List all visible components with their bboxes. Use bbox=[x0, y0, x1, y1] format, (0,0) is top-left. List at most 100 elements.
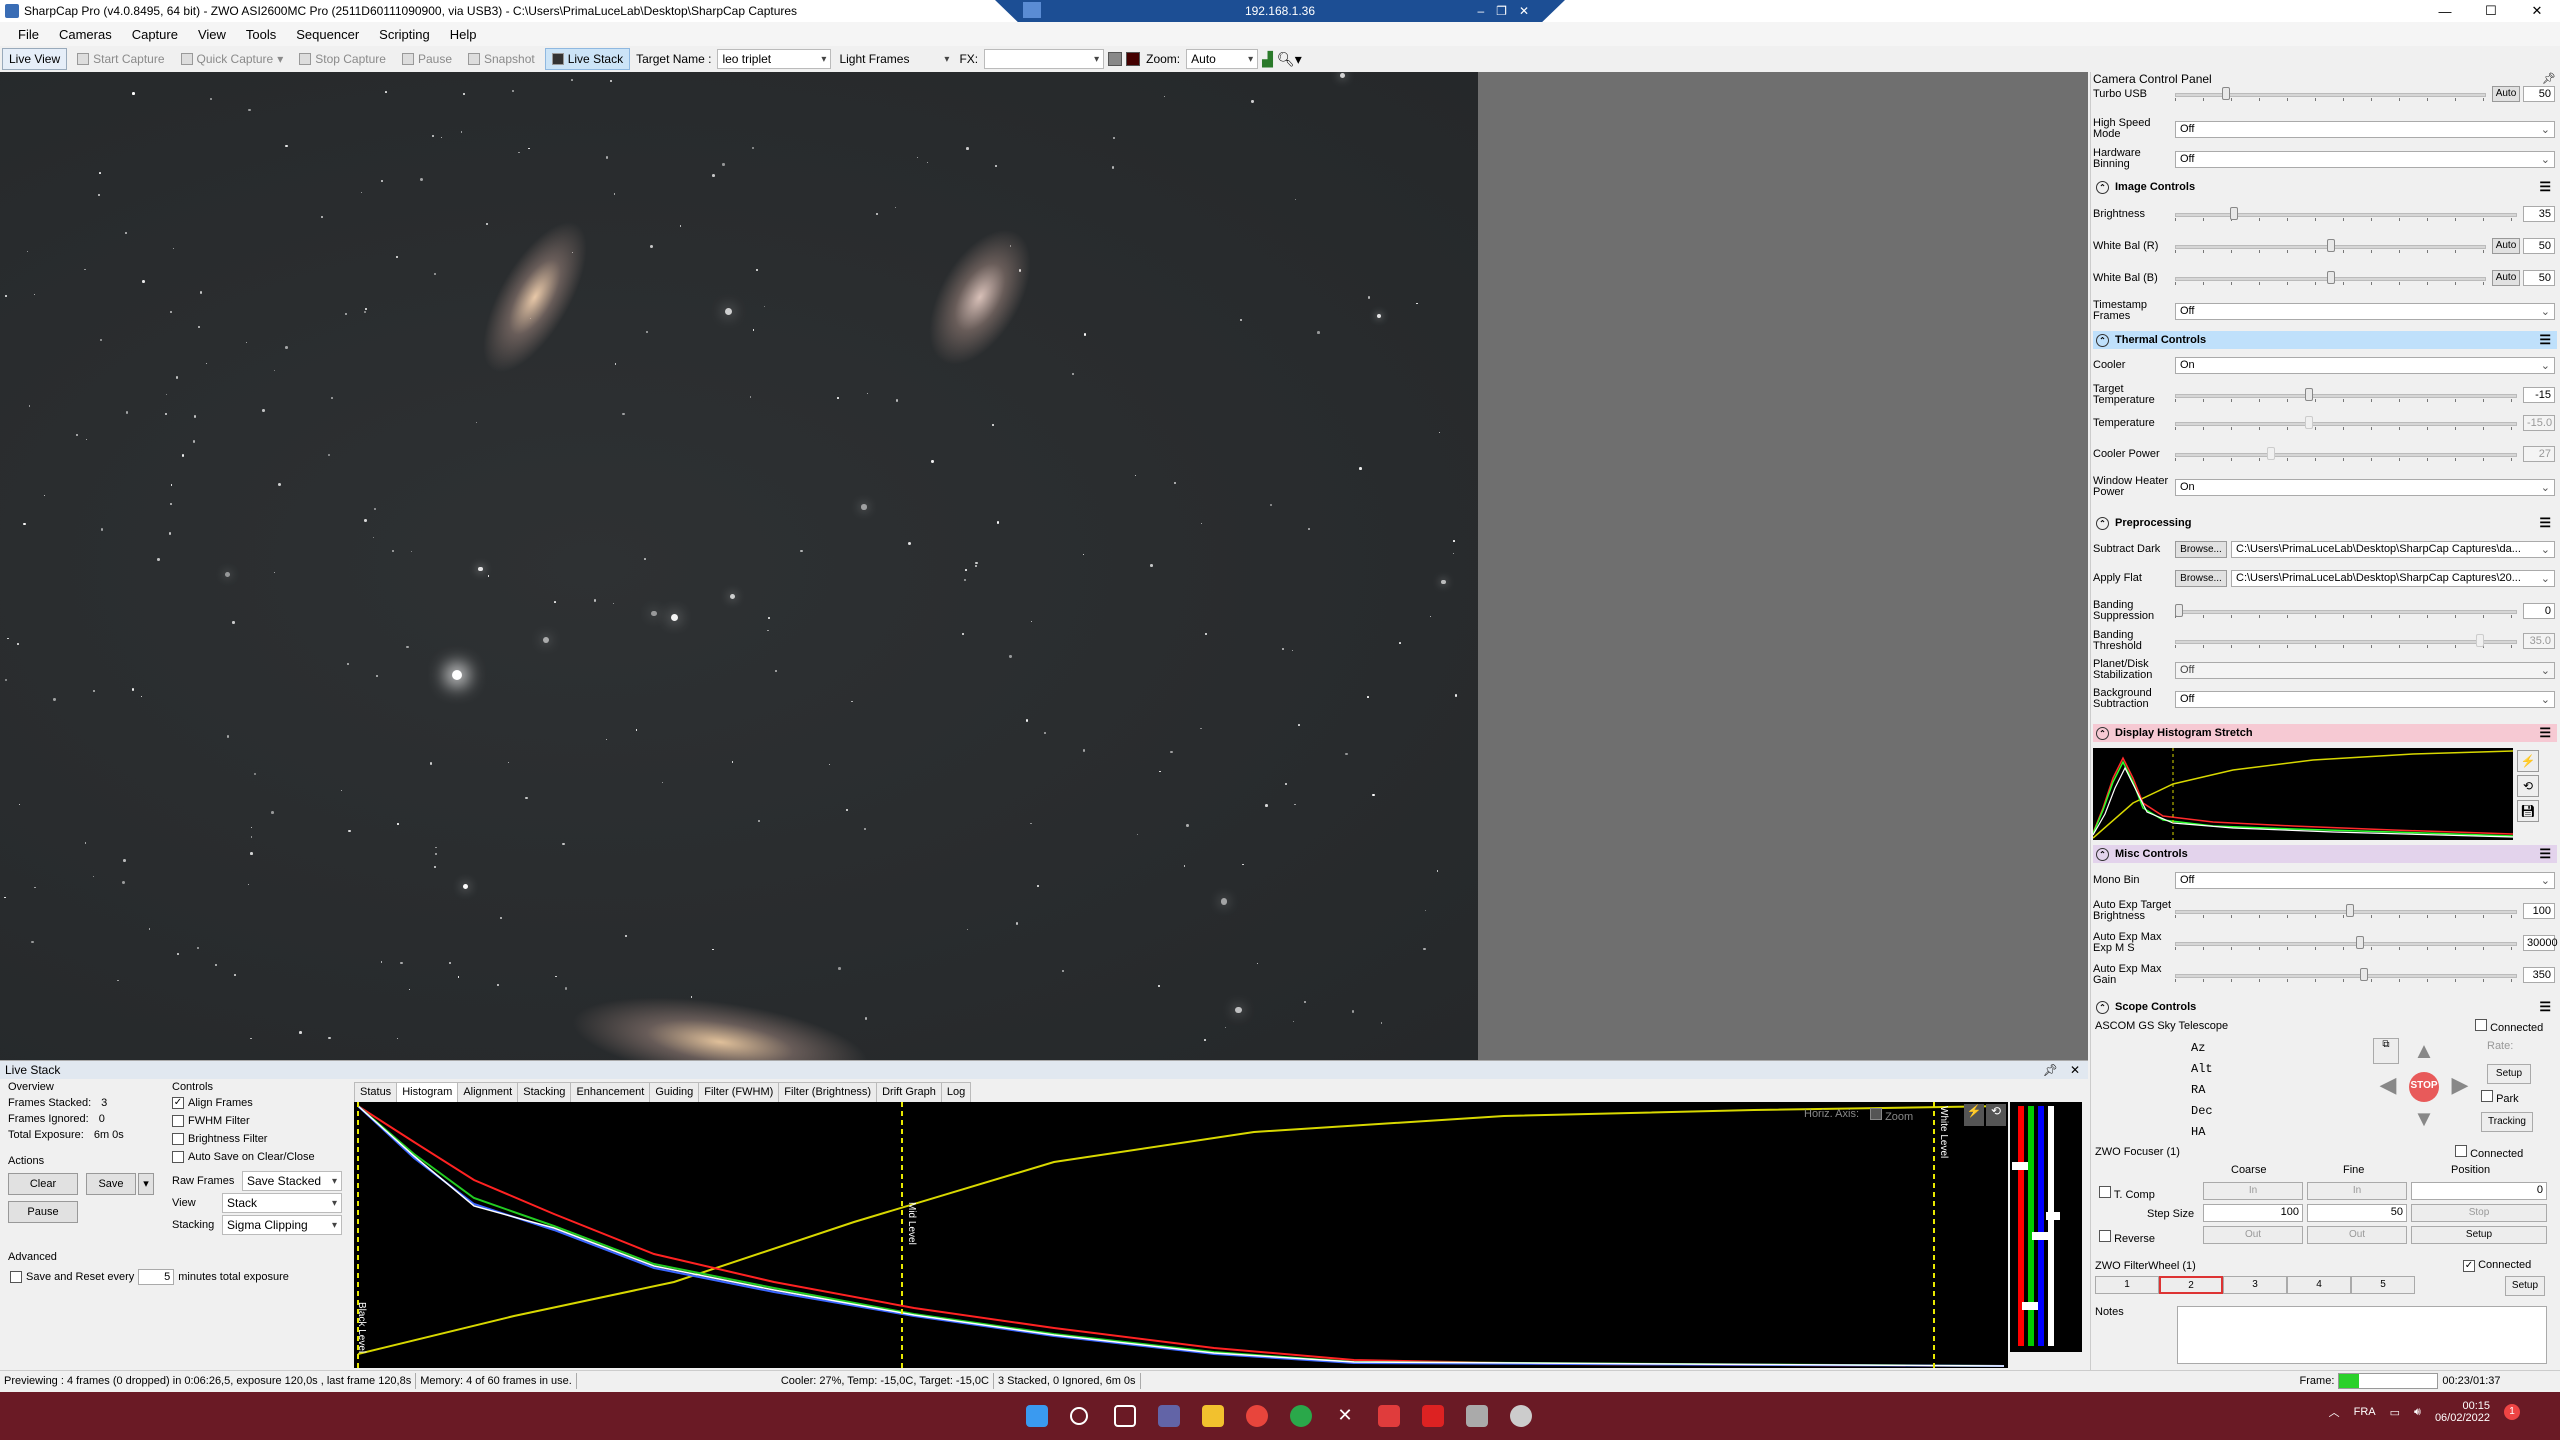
save-dropdown-icon[interactable]: ▾ bbox=[138, 1173, 154, 1195]
teams-icon[interactable] bbox=[1158, 1405, 1180, 1427]
ae-max-exp-slider[interactable] bbox=[2175, 936, 2517, 950]
pause-stack-button[interactable]: Pause bbox=[8, 1201, 78, 1223]
wb-b-auto-button[interactable]: Auto bbox=[2492, 270, 2520, 286]
app-red-icon[interactable] bbox=[1378, 1405, 1400, 1427]
brightness-filter-checkbox[interactable] bbox=[172, 1133, 184, 1145]
reverse-checkbox[interactable]: Reverse bbox=[2099, 1230, 2155, 1245]
tab-guiding[interactable]: Guiding bbox=[649, 1082, 700, 1102]
remote-close-icon[interactable]: ✕ bbox=[1519, 4, 1529, 18]
tab-stacking[interactable]: Stacking bbox=[517, 1082, 572, 1102]
ae-target-slider[interactable] bbox=[2175, 904, 2517, 918]
save-reset-input[interactable]: 5 bbox=[138, 1269, 175, 1285]
turbo-usb-slider[interactable] bbox=[2175, 87, 2486, 101]
preprocessing-header[interactable]: ⌃ Preprocessing ☰ bbox=[2093, 514, 2557, 532]
reset-icon[interactable]: ⟲ bbox=[1986, 1104, 2006, 1126]
fine-out-button[interactable]: Out bbox=[2307, 1226, 2407, 1244]
menu-sequencer[interactable]: Sequencer bbox=[286, 27, 369, 42]
close-icon[interactable]: ✕ bbox=[2514, 0, 2560, 22]
brightness-slider[interactable] bbox=[2175, 207, 2517, 221]
view-combo[interactable]: Stack bbox=[222, 1193, 342, 1213]
brightness-value[interactable]: 35 bbox=[2523, 206, 2555, 222]
high-speed-combo[interactable]: Off bbox=[2175, 120, 2555, 138]
menu-scripting[interactable]: Scripting bbox=[369, 27, 440, 42]
focuser-setup-button[interactable]: Setup bbox=[2411, 1226, 2547, 1244]
chevron-up-icon[interactable]: ︿ bbox=[2329, 1404, 2340, 1420]
telescope-connected-checkbox[interactable]: Connected bbox=[2475, 1019, 2543, 1034]
tab-histogram[interactable]: Histogram bbox=[396, 1082, 459, 1102]
live-stack-close-icon[interactable]: ✕ bbox=[2070, 1061, 2080, 1079]
save-button[interactable]: Save bbox=[86, 1173, 136, 1195]
collapse-icon[interactable]: ⌃ bbox=[2096, 180, 2109, 194]
mono-bin-combo[interactable]: Off bbox=[2175, 872, 2555, 889]
tcomp-checkbox[interactable]: T. Comp bbox=[2099, 1186, 2155, 1201]
zoom-checkbox[interactable]: Zoom bbox=[1870, 1108, 1913, 1123]
wb-b-slider[interactable] bbox=[2175, 271, 2486, 285]
fine-step-input[interactable]: 50 bbox=[2307, 1204, 2407, 1222]
start-capture-button[interactable]: Start Capture bbox=[71, 49, 170, 69]
fx-combo[interactable] bbox=[984, 49, 1105, 69]
scope-controls-header[interactable]: ⌃ Scope Controls ☰ bbox=[2093, 998, 2557, 1016]
save-reset-checkbox[interactable] bbox=[10, 1271, 22, 1283]
raw-frames-combo[interactable]: Save Stacked bbox=[242, 1171, 342, 1191]
bg-sub-combo[interactable]: Off bbox=[2175, 690, 2555, 708]
reset-icon[interactable]: ⟲ bbox=[2517, 775, 2539, 797]
collapse-icon[interactable]: ⌃ bbox=[2096, 516, 2109, 530]
tab-drift-graph[interactable]: Drift Graph bbox=[876, 1082, 942, 1102]
channel-level-sliders[interactable] bbox=[2010, 1102, 2082, 1352]
remote-minimize-icon[interactable]: – bbox=[1477, 4, 1484, 18]
magnifier-icon[interactable]: 🔍︎▾ bbox=[1277, 51, 1302, 68]
filter-2-button[interactable]: 2 bbox=[2159, 1276, 2223, 1294]
tab-enhancement[interactable]: Enhancement bbox=[570, 1082, 651, 1102]
target-name-combo[interactable]: leo triplet bbox=[717, 49, 832, 69]
chrome-icon[interactable] bbox=[1246, 1405, 1268, 1427]
ae-max-gain-slider[interactable] bbox=[2175, 968, 2517, 982]
menu-file[interactable]: File bbox=[8, 27, 49, 42]
volume-icon[interactable]: 🔊︎ bbox=[2414, 1406, 2421, 1419]
display-histogram-header[interactable]: ⌃ Display Histogram Stretch ☰ bbox=[2093, 724, 2557, 742]
grey-color-icon[interactable] bbox=[1108, 52, 1123, 66]
filterwheel-setup-button[interactable]: Setup bbox=[2505, 1276, 2545, 1296]
north-arrow-icon[interactable]: ▲ bbox=[2409, 1038, 2439, 1068]
ae-max-exp-value[interactable]: 30000 bbox=[2523, 935, 2558, 951]
hamburger-icon[interactable]: ☰ bbox=[2539, 179, 2551, 195]
tab-status[interactable]: Status bbox=[354, 1082, 398, 1102]
coarse-out-button[interactable]: Out bbox=[2203, 1226, 2303, 1244]
slew-home-button[interactable]: ⧉ bbox=[2373, 1038, 2399, 1064]
tab-alignment[interactable]: Alignment bbox=[457, 1082, 519, 1102]
tab-filter-brightness[interactable]: Filter (Brightness) bbox=[778, 1082, 878, 1102]
fwhm-filter-checkbox[interactable] bbox=[172, 1115, 184, 1127]
filter-1-button[interactable]: 1 bbox=[2095, 1276, 2159, 1294]
west-arrow-icon[interactable]: ◀ bbox=[2373, 1072, 2403, 1102]
maximize-icon[interactable]: ☐ bbox=[2468, 0, 2514, 22]
menu-view[interactable]: View bbox=[188, 27, 236, 42]
focuser-connected-checkbox[interactable]: Connected bbox=[2455, 1145, 2523, 1160]
network-icon[interactable]: ▭ bbox=[2390, 1406, 2400, 1419]
collapse-icon[interactable]: ⌃ bbox=[2096, 847, 2109, 861]
south-arrow-icon[interactable]: ▼ bbox=[2409, 1106, 2439, 1136]
level-thumb[interactable] bbox=[2012, 1162, 2028, 1170]
notification-badge[interactable]: 1 bbox=[2504, 1404, 2520, 1420]
blue-level-bar[interactable] bbox=[2038, 1106, 2044, 1346]
red-color-icon[interactable] bbox=[1126, 52, 1141, 66]
histogram-icon[interactable]: ▟ bbox=[1262, 51, 1273, 68]
collapse-icon[interactable]: ⌃ bbox=[2096, 333, 2109, 347]
autosave-checkbox[interactable] bbox=[172, 1151, 184, 1163]
filterwheel-connected-checkbox[interactable]: ✓ Connected bbox=[2463, 1259, 2531, 1272]
filter-3-button[interactable]: 3 bbox=[2223, 1276, 2287, 1294]
red-level-bar[interactable] bbox=[2018, 1106, 2024, 1346]
frame-type-combo[interactable]: Light Frames bbox=[835, 49, 953, 69]
sharpcap-taskbar-icon[interactable] bbox=[1466, 1405, 1488, 1427]
subtract-dark-combo[interactable]: C:\Users\PrimaLuceLab\Desktop\SharpCap C… bbox=[2231, 541, 2555, 558]
hamburger-icon[interactable]: ☰ bbox=[2539, 725, 2551, 741]
display-histogram-chart[interactable] bbox=[2093, 748, 2513, 840]
park-checkbox[interactable]: Park bbox=[2481, 1090, 2519, 1105]
stacking-combo[interactable]: Sigma Clipping bbox=[222, 1215, 342, 1235]
wb-r-slider[interactable] bbox=[2175, 239, 2486, 253]
live-stack-pin-icon[interactable]: 📌︎ bbox=[2043, 1061, 2058, 1079]
subtract-dark-browse-button[interactable]: Browse... bbox=[2175, 541, 2227, 558]
east-arrow-icon[interactable]: ▶ bbox=[2445, 1072, 2475, 1102]
filter-5-button[interactable]: 5 bbox=[2351, 1276, 2415, 1294]
collapse-icon[interactable]: ⌃ bbox=[2096, 1000, 2109, 1014]
file-explorer-icon[interactable] bbox=[1202, 1405, 1224, 1427]
align-frames-checkbox[interactable]: ✓ bbox=[172, 1097, 184, 1109]
